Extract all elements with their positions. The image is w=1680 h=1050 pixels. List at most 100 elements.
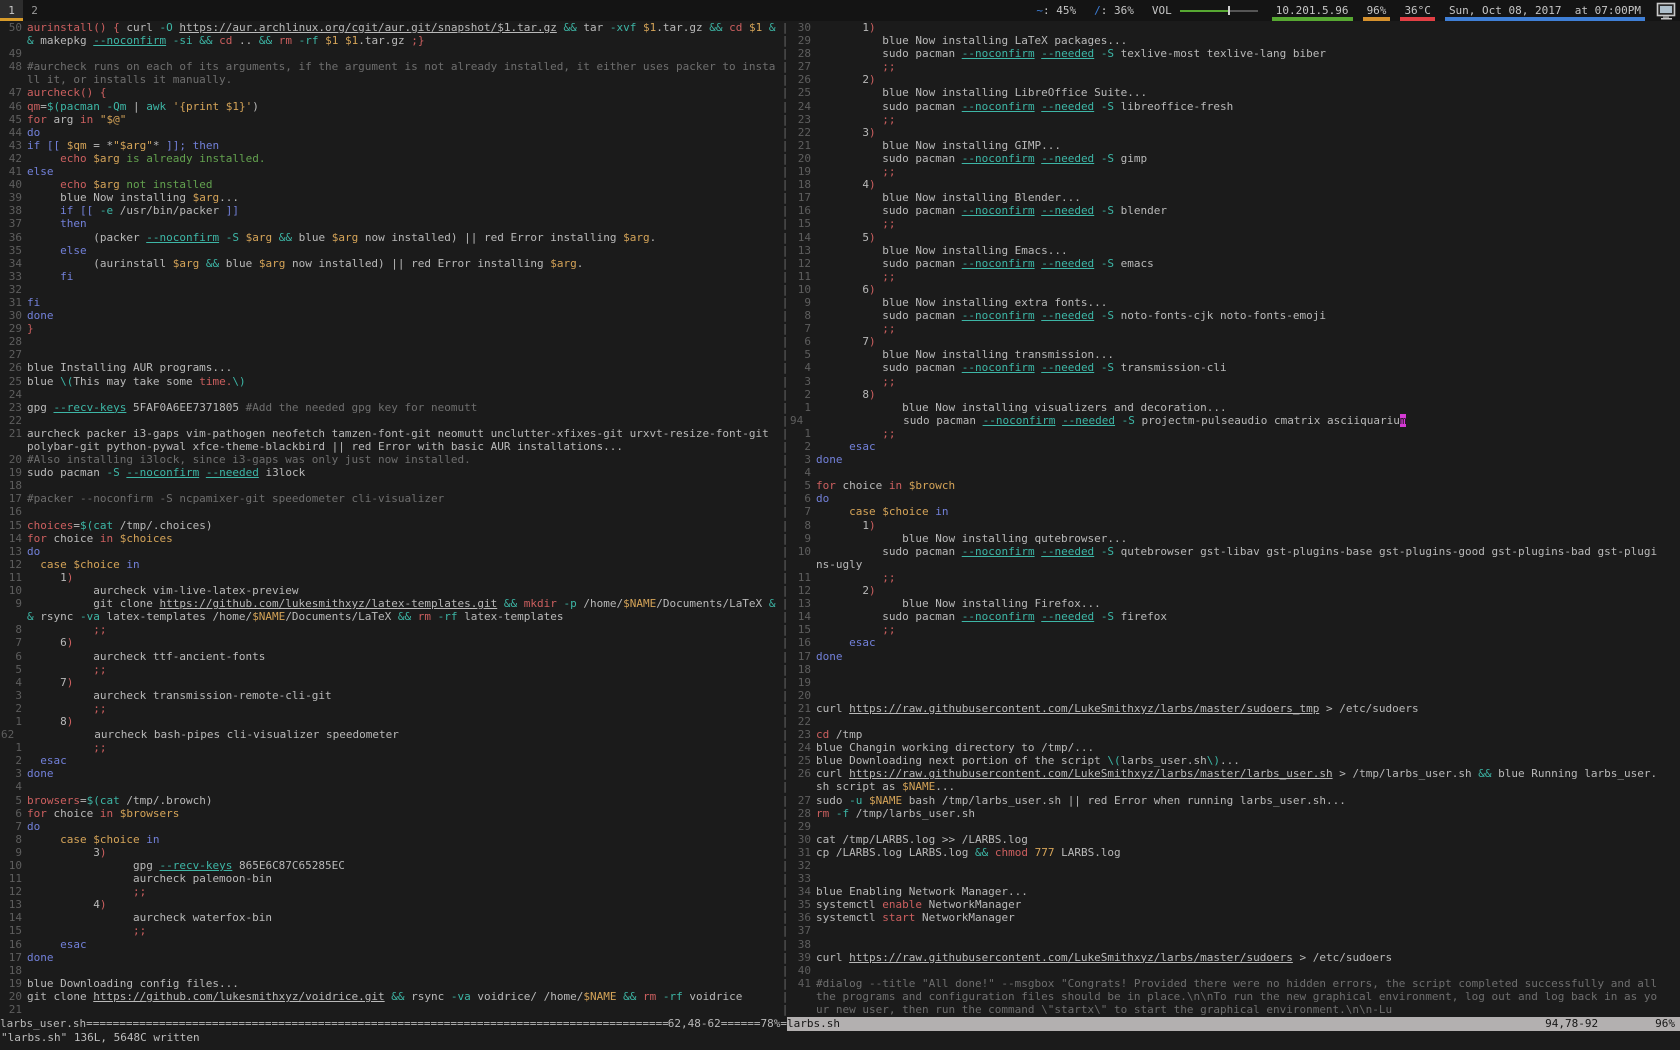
code-line[interactable]: 37 xyxy=(789,924,1680,937)
code-line[interactable]: 9 blue Now installing qutebrowser... xyxy=(789,532,1680,545)
code-line[interactable]: 33 fi xyxy=(0,270,781,283)
code-line[interactable]: 46qm=$(pacman -Qm | awk '{print $1}') xyxy=(0,100,781,113)
code-line[interactable]: 94 sudo pacman --noconfirm --needed -S p… xyxy=(789,414,1680,427)
code-line[interactable]: 2 8) xyxy=(789,388,1680,401)
code-line[interactable]: 24 xyxy=(0,388,781,401)
code-line[interactable]: 14 aurcheck waterfox-bin xyxy=(0,911,781,924)
code-line[interactable]: 40 echo $arg not installed xyxy=(0,178,781,191)
code-line[interactable]: 22 3) xyxy=(789,126,1680,139)
code-line[interactable]: 18 4) xyxy=(789,178,1680,191)
code-line[interactable]: 14for choice in $choices xyxy=(0,532,781,545)
code-line[interactable]: 29 blue Now installing LaTeX packages... xyxy=(789,34,1680,47)
code-line[interactable]: 9 3) xyxy=(0,846,781,859)
code-line[interactable]: 2 esac xyxy=(0,754,781,767)
code-line[interactable]: 32 xyxy=(0,283,781,296)
code-line[interactable]: 3done xyxy=(789,453,1680,466)
code-line[interactable]: 3 ;; xyxy=(789,375,1680,388)
code-line[interactable]: 24 sudo pacman --noconfirm --needed -S l… xyxy=(789,100,1680,113)
code-line[interactable]: 19blue Downloading config files... xyxy=(0,977,781,990)
code-line[interactable]: 12 case $choice in xyxy=(0,558,781,571)
code-line[interactable]: 28 xyxy=(0,335,781,348)
code-line[interactable]: 20git clone https://github.com/lukesmith… xyxy=(0,990,781,1003)
code-line[interactable]: 26blue Installing AUR programs... xyxy=(0,361,781,374)
code-line[interactable]: 9 blue Now installing extra fonts... xyxy=(789,296,1680,309)
code-line[interactable]: 13 blue Now installing Emacs... xyxy=(789,244,1680,257)
code-line[interactable]: 12 2) xyxy=(789,584,1680,597)
code-line[interactable]: 6 7) xyxy=(789,335,1680,348)
code-line[interactable]: 6do xyxy=(789,492,1680,505)
code-line[interactable]: 39 blue Now installing $arg... xyxy=(0,191,781,204)
workspace-tag-2[interactable]: 2 xyxy=(23,0,46,21)
code-line[interactable]: 13 blue Now installing Firefox... xyxy=(789,597,1680,610)
code-line[interactable]: 13do xyxy=(0,545,781,558)
code-line[interactable]: 39curl https://raw.githubusercontent.com… xyxy=(789,951,1680,964)
code-line[interactable]: 43if [[ $qm = *"$arg"* ]]; then xyxy=(0,139,781,152)
code-line[interactable]: 21aurcheck packer i3-gaps vim-pathogen n… xyxy=(0,427,781,453)
code-line[interactable]: 16 esac xyxy=(789,636,1680,649)
code-line[interactable]: 22 xyxy=(0,414,781,427)
code-line[interactable]: 29} xyxy=(0,322,781,335)
code-line[interactable]: 19 xyxy=(789,676,1680,689)
code-line[interactable]: 20#Also installing i3lock, since i3-gaps… xyxy=(0,453,781,466)
code-line[interactable]: 12 sudo pacman --noconfirm --needed -S e… xyxy=(789,257,1680,270)
code-line[interactable]: 24blue Changin working directory to /tmp… xyxy=(789,741,1680,754)
code-line[interactable]: 2 esac xyxy=(789,440,1680,453)
code-line[interactable]: 9 git clone https://github.com/lukesmith… xyxy=(0,597,781,623)
code-line[interactable]: 44do xyxy=(0,126,781,139)
code-line[interactable]: 21 xyxy=(0,1003,781,1016)
code-line[interactable]: 41else xyxy=(0,165,781,178)
code-line[interactable]: 15 ;; xyxy=(789,217,1680,230)
code-line[interactable]: 37 then xyxy=(0,217,781,230)
code-line[interactable]: 15choices=$(cat /tmp/.choices) xyxy=(0,519,781,532)
code-line[interactable]: 8 sudo pacman --noconfirm --needed -S no… xyxy=(789,309,1680,322)
code-line[interactable]: 28 sudo pacman --noconfirm --needed -S t… xyxy=(789,47,1680,60)
code-line[interactable]: 16 xyxy=(0,505,781,518)
code-line[interactable]: 23gpg --recv-keys 5FAF0A6EE7371805 #Add … xyxy=(0,401,781,414)
code-line[interactable]: 21curl https://raw.githubusercontent.com… xyxy=(789,702,1680,715)
code-line[interactable]: 7 ;; xyxy=(789,322,1680,335)
code-line[interactable]: 5 ;; xyxy=(0,663,781,676)
code-line[interactable]: 5browsers=$(cat /tmp/.browch) xyxy=(0,794,781,807)
code-line[interactable]: 6 aurcheck ttf-ancient-fonts xyxy=(0,650,781,663)
code-line[interactable]: 1 ;; xyxy=(0,741,781,754)
code-line[interactable]: 11 aurcheck palemoon-bin xyxy=(0,872,781,885)
code-line[interactable]: 42 echo $arg is already installed. xyxy=(0,152,781,165)
code-line[interactable]: 23cd /tmp xyxy=(789,728,1680,741)
code-line[interactable]: 4 xyxy=(789,466,1680,479)
code-line[interactable]: 14 sudo pacman --noconfirm --needed -S f… xyxy=(789,610,1680,623)
code-line[interactable]: 11 ;; xyxy=(789,270,1680,283)
code-line[interactable]: 45for arg in "$@" xyxy=(0,113,781,126)
code-line[interactable]: 35 else xyxy=(0,244,781,257)
code-line[interactable]: 35systemctl enable NetworkManager xyxy=(789,898,1680,911)
code-line[interactable]: 18 xyxy=(0,479,781,492)
code-line[interactable]: 11 ;; xyxy=(789,571,1680,584)
code-line[interactable]: 18 xyxy=(789,663,1680,676)
code-line[interactable]: 17done xyxy=(789,650,1680,663)
code-line[interactable]: 20 sudo pacman --noconfirm --needed -S g… xyxy=(789,152,1680,165)
code-line[interactable]: 10 gpg --recv-keys 865E6C87C65285EC xyxy=(0,859,781,872)
code-line[interactable]: 48#aurcheck runs on each of its argument… xyxy=(0,60,781,86)
code-line[interactable]: 36systemctl start NetworkManager xyxy=(789,911,1680,924)
code-line[interactable]: 50aurinstall() { curl -O https://aur.arc… xyxy=(0,21,781,47)
code-line[interactable]: 8 1) xyxy=(789,519,1680,532)
code-line[interactable]: 10 6) xyxy=(789,283,1680,296)
code-line[interactable]: 40 xyxy=(789,964,1680,977)
code-line[interactable]: 38 if [[ -e /usr/bin/packer ]] xyxy=(0,204,781,217)
volume-slider[interactable] xyxy=(1180,6,1258,16)
code-line[interactable]: 27sudo -u $NAME bash /tmp/larbs_user.sh … xyxy=(789,794,1680,807)
code-line[interactable]: 34blue Enabling Network Manager... xyxy=(789,885,1680,898)
code-line[interactable]: 1 blue Now installing visualizers and de… xyxy=(789,401,1680,414)
code-line[interactable]: 33 xyxy=(789,872,1680,885)
code-line[interactable]: 41#dialog --title "All done!" --msgbox "… xyxy=(789,977,1680,1016)
code-line[interactable]: 30cat /tmp/LARBS.log >> /LARBS.log xyxy=(789,833,1680,846)
right-pane[interactable]: 30 1)29 blue Now installing LaTeX packag… xyxy=(789,21,1680,1017)
code-line[interactable]: 1 8) xyxy=(0,715,781,728)
code-line[interactable]: 47aurcheck() { xyxy=(0,86,781,99)
code-line[interactable]: 15 ;; xyxy=(0,924,781,937)
code-line[interactable]: 27 xyxy=(0,348,781,361)
code-line[interactable]: 12 ;; xyxy=(0,885,781,898)
code-line[interactable]: 10 aurcheck vim-live-latex-preview xyxy=(0,584,781,597)
code-line[interactable]: 22 xyxy=(789,715,1680,728)
code-line[interactable]: 17 blue Now installing Blender... xyxy=(789,191,1680,204)
code-line[interactable]: 25blue Downloading next portion of the s… xyxy=(789,754,1680,767)
